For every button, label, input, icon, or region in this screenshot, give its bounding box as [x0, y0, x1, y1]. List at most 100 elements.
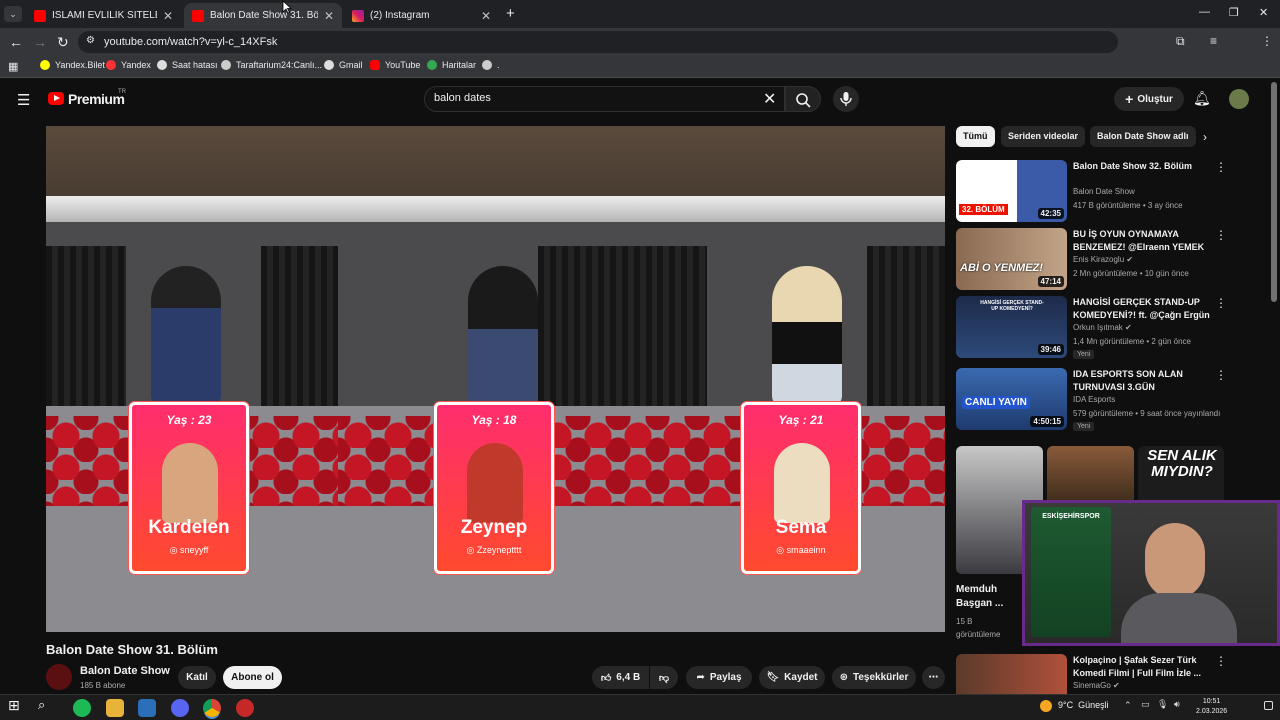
like-button[interactable]: 👍︎ 6,4 B [592, 666, 649, 689]
rec-channel[interactable]: IDA Esports [1073, 395, 1115, 404]
video-thumbnail[interactable]: CANLI YAYIN 4:50:15 [956, 368, 1067, 430]
video-thumbnail[interactable] [956, 654, 1067, 694]
recommendation-item[interactable]: ABİ O YENMEZ! 47:14 BU İŞ OYUN OYNAMAYA … [956, 228, 1256, 292]
close-icon[interactable]: ✕ [163, 9, 173, 23]
bookmark-label: Saat hatası [172, 60, 218, 70]
video-player[interactable]: Yaş : 23 Kardelen ◎ sneyyff Yaş : 18 Zey… [46, 126, 945, 632]
chevron-right-icon[interactable]: › [1203, 130, 1207, 144]
tab-instagram[interactable]: (2) Instagram ✕ [344, 3, 499, 28]
search-query[interactable]: balon dates [434, 92, 491, 104]
rec-title[interactable]: Balon Date Show 32. Bölüm [1073, 160, 1213, 173]
rec-title[interactable]: HANGİSİ GERÇEK STAND-UP KOMEDYENİ?! ft. … [1073, 296, 1213, 322]
subscribe-button[interactable]: Abone ol [223, 666, 282, 689]
search-button[interactable] [785, 86, 821, 112]
rec-title[interactable]: IDA ESPORTS SON ALAN TURNUVASI 3.GÜN [1073, 368, 1213, 394]
short-thumbnail[interactable] [1047, 446, 1134, 506]
video-thumbnail[interactable]: HANGİSİ GERÇEK STAND-UP KOMEDYENİ? 39:46 [956, 296, 1067, 358]
dislike-button[interactable]: 👎︎ [650, 666, 678, 689]
microphone-icon[interactable]: 🎙︎ [1157, 699, 1168, 710]
forward-icon[interactable]: → [33, 34, 47, 50]
rec-channel[interactable]: Enis Kirazoglu ✔ [1073, 255, 1133, 264]
notifications-bell-icon[interactable]: 🔔︎ [1193, 90, 1211, 107]
site-info-icon[interactable]: ⚙ [86, 35, 95, 46]
rec-channel[interactable]: Orkun Işıtmak ✔ [1073, 323, 1132, 332]
video-thumbnail[interactable]: 32. BÖLÜM 42:35 [956, 160, 1067, 222]
spotify-icon[interactable] [73, 699, 91, 717]
rec-channel[interactable]: Balon Date Show [1073, 187, 1135, 196]
video-thumbnail[interactable]: ABİ O YENMEZ! 47:14 [956, 228, 1067, 290]
rec-title[interactable]: Kolpaçino | Şafak Sezer Türk Komedi Film… [1073, 654, 1213, 680]
more-vert-icon[interactable]: ⋮ [1215, 296, 1227, 310]
more-vert-icon[interactable]: ⋮ [1215, 228, 1227, 242]
apps-icon[interactable]: ▦ [8, 60, 18, 73]
chip-channel[interactable]: Balon Date Show adlı [1090, 126, 1196, 147]
save-button[interactable]: 🔖︎ Kaydet [759, 666, 825, 689]
youtube-premium-logo[interactable]: Premium [68, 91, 125, 107]
more-vert-icon[interactable]: ⋮ [1215, 160, 1227, 174]
account-avatar[interactable] [1229, 89, 1249, 109]
notification-icon[interactable] [1264, 701, 1273, 710]
tab-balon-date[interactable]: Balon Date Show 31. Bölüm - Y ✕ [184, 3, 342, 28]
minimize-button[interactable]: — [1199, 6, 1210, 18]
discord-icon[interactable] [171, 699, 189, 717]
url-text[interactable]: youtube.com/watch?v=yl-c_14XFsk [104, 36, 277, 48]
search-icon[interactable]: ⌕ [38, 697, 56, 715]
chip-all[interactable]: Tümü [956, 126, 995, 147]
more-actions-button[interactable]: ⋯ [922, 666, 945, 689]
back-icon[interactable]: ← [9, 34, 23, 50]
reload-icon[interactable]: ↻ [57, 34, 69, 51]
recommendation-item[interactable]: Kolpaçino | Şafak Sezer Türk Komedi Film… [956, 654, 1256, 694]
join-button[interactable]: Katıl [178, 666, 216, 689]
more-vert-icon[interactable]: ⋮ [1215, 368, 1227, 382]
restore-button[interactable]: ❐ [1229, 6, 1239, 19]
chrome-menu-icon[interactable]: ⋮ [1261, 34, 1273, 48]
bookmark-haritalar[interactable]: Haritalar [427, 60, 476, 70]
network-icon[interactable]: ▭ [1141, 699, 1150, 710]
app-icon[interactable] [138, 699, 156, 717]
new-tab-button[interactable]: + [506, 5, 515, 22]
page-scrollbar[interactable] [1271, 82, 1277, 302]
short-thumbnail[interactable]: SEN ALIK MIYDIN? [1138, 446, 1224, 506]
clear-search-icon[interactable]: ✕ [763, 89, 776, 109]
file-explorer-icon[interactable] [106, 699, 124, 717]
recommendation-item[interactable]: 32. BÖLÜM 42:35 Balon Date Show 32. Bölü… [956, 160, 1256, 224]
close-icon[interactable]: ✕ [324, 9, 334, 23]
channel-avatar[interactable] [46, 664, 72, 690]
bookmark-yandex-bilet[interactable]: Yandex.Bilet [40, 60, 105, 70]
rec-channel[interactable]: SinemaGo ✔ [1073, 681, 1120, 690]
voice-search-button[interactable] [833, 86, 859, 112]
tab-islami[interactable]: İSLAMİ EVLİLİK SİTELERİNE ERK ✕ [26, 3, 181, 28]
rec-title[interactable]: BU İŞ OYUN OYNAMAYA BENZEMEZ! @Elraenn Y… [1073, 228, 1213, 254]
bookmark-youtube[interactable]: YouTube [370, 60, 420, 70]
media-control-icon[interactable]: ≡ [1210, 34, 1217, 48]
youtube-logo-icon[interactable] [48, 92, 64, 105]
tab-search-button[interactable]: ⌄ [4, 6, 22, 22]
bookmark-taraftarium[interactable]: Taraftarium24:Canlı... [221, 60, 322, 70]
share-button[interactable]: ➦ Paylaş [686, 666, 752, 689]
recommendation-item[interactable]: HANGİSİ GERÇEK STAND-UP KOMEDYENİ? 39:46… [956, 296, 1256, 360]
close-window-button[interactable]: ✕ [1259, 6, 1268, 19]
tray-chevron-icon[interactable]: ⌃ [1124, 700, 1132, 711]
volume-icon[interactable]: 🔊︎ [1174, 699, 1180, 710]
more-vert-icon[interactable]: ⋮ [1215, 654, 1227, 668]
close-icon[interactable]: ✕ [481, 9, 491, 23]
create-button[interactable]: + Oluştur [1114, 87, 1184, 111]
chip-series[interactable]: Seriden videolar [1001, 126, 1086, 147]
thanks-button[interactable]: ⊛ Teşekkürler [832, 666, 916, 689]
windows-start-icon[interactable]: ⊞ [8, 697, 26, 715]
bookmark-gmail[interactable]: Gmail [324, 60, 363, 70]
channel-name[interactable]: Balon Date Show [80, 665, 170, 677]
recommendation-item[interactable]: CANLI YAYIN 4:50:15 IDA ESPORTS SON ALAN… [956, 368, 1256, 432]
bookmark-yandex[interactable]: Yandex [106, 60, 151, 70]
hamburger-menu-icon[interactable]: ☰ [17, 91, 30, 109]
bookmark-saat-hatasi[interactable]: Saat hatası [157, 60, 218, 70]
short-title[interactable]: Memduh Başgan ... [956, 583, 1016, 611]
system-clock[interactable]: 10:51 2.03.2026 [1196, 697, 1227, 717]
weather-widget[interactable]: 9°C Güneşli [1058, 700, 1109, 710]
tab-title: İSLAMİ EVLİLİK SİTELERİNE ERK [52, 10, 157, 21]
rec-meta: 1,4 Mn görüntüleme • 2 gün önce [1073, 337, 1191, 346]
bookmark-other[interactable]: . [482, 60, 500, 70]
app-icon[interactable] [236, 699, 254, 717]
extensions-puzzle-icon[interactable]: ⧉ [1176, 34, 1185, 49]
chrome-icon[interactable] [203, 699, 221, 717]
